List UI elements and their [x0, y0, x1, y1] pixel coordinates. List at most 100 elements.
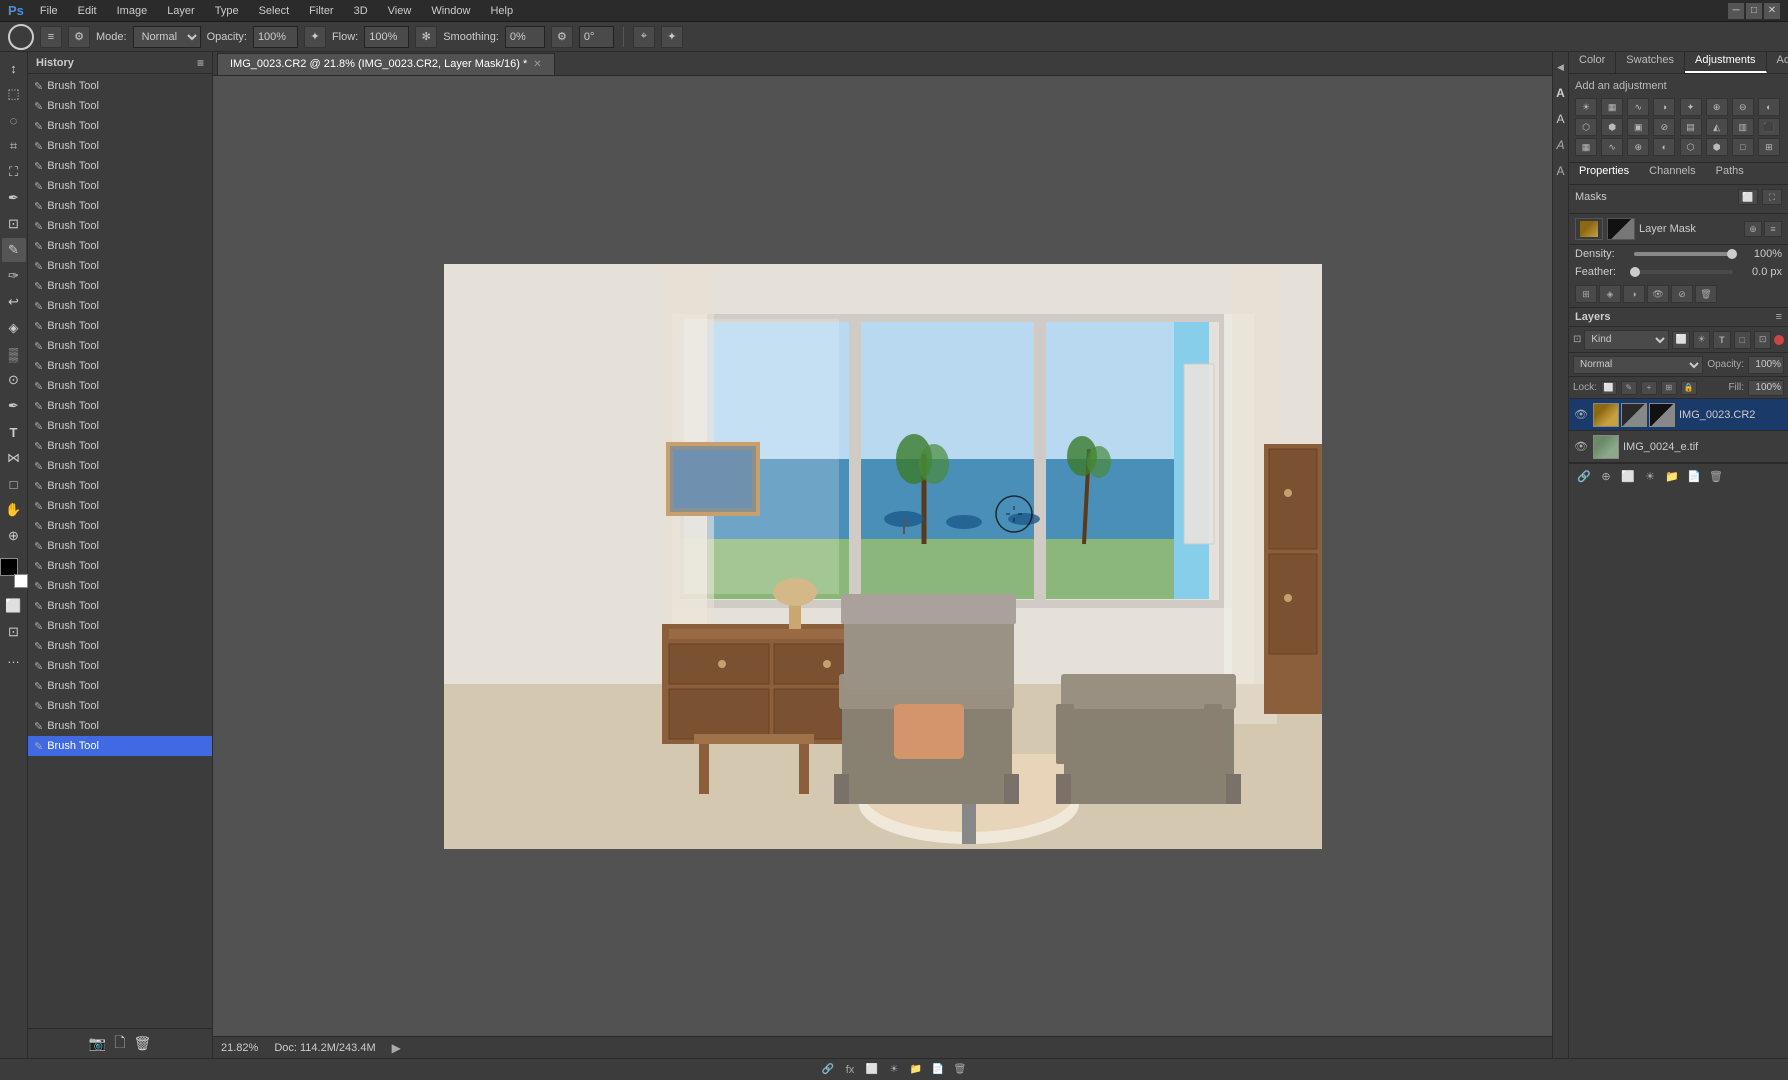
invert-icon[interactable]: ⊘	[1653, 118, 1675, 136]
bw2-icon[interactable]: ◐	[1653, 138, 1675, 156]
type-tool-button[interactable]: T	[2, 420, 26, 444]
gradient-map-icon[interactable]: ▥	[1732, 118, 1754, 136]
feather-thumb[interactable]	[1630, 267, 1640, 277]
color-lookup-icon[interactable]: ▣	[1627, 118, 1649, 136]
history-item-32[interactable]: ✎Brush Tool	[28, 716, 212, 736]
menu-help[interactable]: Help	[482, 3, 521, 19]
maximize-button[interactable]: □	[1746, 3, 1762, 19]
history-item-23[interactable]: ✎Brush Tool	[28, 536, 212, 556]
navigate-forward-button[interactable]: ▶	[392, 1041, 401, 1055]
marquee-tool-button[interactable]: ⬚	[2, 82, 26, 106]
color-balance-icon[interactable]: ⊖	[1732, 98, 1754, 116]
opacity-input[interactable]	[253, 26, 298, 48]
magic-wand-tool-button[interactable]: ⌗	[2, 134, 26, 158]
history-item-9[interactable]: ✎Brush Tool	[28, 256, 212, 276]
history-brush-tool-button[interactable]: ↩	[2, 290, 26, 314]
background-color[interactable]	[14, 574, 28, 588]
invert-mask-button[interactable]: ◑	[1623, 285, 1645, 303]
healing-brush-tool-button[interactable]: ⊡	[2, 212, 26, 236]
menu-select[interactable]: Select	[251, 3, 298, 19]
filter-type-icon[interactable]: T	[1713, 331, 1730, 349]
history-item-4[interactable]: ✎Brush Tool	[28, 156, 212, 176]
brush-tool-button[interactable]: ✎	[2, 238, 26, 262]
opacity-pressure-button[interactable]: ✦	[304, 26, 326, 48]
canvas-image[interactable]	[444, 264, 1322, 849]
history-item-2[interactable]: ✎Brush Tool	[28, 116, 212, 136]
menu-filter[interactable]: Filter	[301, 3, 341, 19]
shape-icon[interactable]: □	[1732, 138, 1754, 156]
vector-mask-icon[interactable]: ⛶	[1762, 189, 1782, 205]
tab-properties[interactable]: Properties	[1569, 163, 1639, 184]
threshold-icon[interactable]: ◭	[1706, 118, 1728, 136]
layer-item-0[interactable]: 👁 IMG_0023.CR2	[1569, 399, 1788, 431]
filter-smart-icon[interactable]: ⊡	[1754, 331, 1771, 349]
menu-edit[interactable]: Edit	[70, 3, 105, 19]
menu-window[interactable]: Window	[423, 3, 478, 19]
history-item-12[interactable]: ✎Brush Tool	[28, 316, 212, 336]
history-panel-menu[interactable]: ≡	[197, 56, 204, 70]
text3-strip-button[interactable]: A	[1554, 134, 1568, 156]
history-item-7[interactable]: ✎Brush Tool	[28, 216, 212, 236]
layers-panel-menu-button[interactable]: ≡	[1776, 311, 1782, 323]
ps-logo[interactable]: Ps	[8, 3, 24, 18]
fill-input[interactable]	[1748, 380, 1784, 396]
layer-item-1[interactable]: 👁 IMG_0024_e.tif	[1569, 431, 1788, 463]
create-new-document-button[interactable]: 🗋	[114, 1032, 125, 1056]
bottom-folder-button[interactable]: 📁	[908, 1062, 924, 1078]
lock-image-button[interactable]: ✎	[1621, 381, 1637, 395]
history-item-11[interactable]: ✎Brush Tool	[28, 296, 212, 316]
history-item-25[interactable]: ✎Brush Tool	[28, 576, 212, 596]
history-item-27[interactable]: ✎Brush Tool	[28, 616, 212, 636]
history-item-18[interactable]: ✎Brush Tool	[28, 436, 212, 456]
gradient-tool-button[interactable]: ▒	[2, 342, 26, 366]
blend-mode-select[interactable]: Normal Dissolve Multiply Screen Overlay	[1573, 356, 1703, 374]
lock-all-button[interactable]: 🔒	[1681, 381, 1697, 395]
document-tab[interactable]: IMG_0023.CR2 @ 21.8% (IMG_0023.CR2, Laye…	[217, 53, 555, 75]
dodge-tool-button[interactable]: ⊙	[2, 368, 26, 392]
pixel-mask-icon[interactable]: ⬜	[1738, 189, 1758, 205]
history-item-6[interactable]: ✎Brush Tool	[28, 196, 212, 216]
crop-tool-button[interactable]: ⛶	[2, 160, 26, 184]
bottom-mask-button[interactable]: ⬜	[864, 1062, 880, 1078]
tab-color[interactable]: Color	[1569, 52, 1616, 73]
history-item-1[interactable]: ✎Brush Tool	[28, 96, 212, 116]
hand-tool-button[interactable]: ✋	[2, 498, 26, 522]
airbrush-button[interactable]: ✻	[415, 26, 437, 48]
path-selection-tool-button[interactable]: ⋈	[2, 446, 26, 470]
delete-state-button[interactable]: 🗑	[133, 1035, 151, 1052]
tab-swatches[interactable]: Swatches	[1616, 52, 1685, 73]
apply-mask-button[interactable]: ⊕	[1744, 221, 1762, 237]
menu-view[interactable]: View	[380, 3, 420, 19]
history-item-10[interactable]: ✎Brush Tool	[28, 276, 212, 296]
new-layer-button[interactable]: 📄	[1685, 469, 1703, 485]
filter-pixel-icon[interactable]: ⬜	[1672, 331, 1689, 349]
history-item-26[interactable]: ✎Brush Tool	[28, 596, 212, 616]
mode-select[interactable]: Normal Multiply Screen	[133, 26, 201, 48]
layers-kind-select[interactable]: Kind Name Effect Mode Attribute Color Sm…	[1584, 330, 1669, 350]
history-item-28[interactable]: ✎Brush Tool	[28, 636, 212, 656]
menu-layer[interactable]: Layer	[159, 3, 203, 19]
zoom-tool-button[interactable]: ⊕	[2, 524, 26, 548]
angle-input[interactable]	[579, 26, 614, 48]
refine-mask-button[interactable]: ⊞	[1575, 285, 1597, 303]
menu-file[interactable]: File	[32, 3, 66, 19]
vibrance-icon[interactable]: ✦	[1680, 98, 1702, 116]
curves-icon[interactable]: ∿	[1627, 98, 1649, 116]
history-item-5[interactable]: ✎Brush Tool	[28, 176, 212, 196]
feather-track[interactable]	[1634, 270, 1733, 274]
flow-input[interactable]	[364, 26, 409, 48]
history-item-24[interactable]: ✎Brush Tool	[28, 556, 212, 576]
collapse-right-button[interactable]: ◀	[1554, 56, 1568, 78]
brush-size-indicator[interactable]	[8, 24, 34, 50]
link-layers-button[interactable]: 🔗	[1575, 469, 1593, 485]
text4-strip-button[interactable]: A	[1554, 160, 1568, 182]
filter-adjustment-icon[interactable]: ☀	[1693, 331, 1710, 349]
history-item-14[interactable]: ✎Brush Tool	[28, 356, 212, 376]
bottom-fx-button[interactable]: fx	[842, 1062, 858, 1078]
bw-icon[interactable]: ◐	[1758, 98, 1780, 116]
photo2-icon[interactable]: ⬡	[1680, 138, 1702, 156]
add-adjustment-button[interactable]: ☀	[1641, 469, 1659, 485]
bottom-link-button[interactable]: 🔗	[820, 1062, 836, 1078]
history-item-3[interactable]: ✎Brush Tool	[28, 136, 212, 156]
view-mask-button[interactable]: 👁	[1647, 285, 1669, 303]
